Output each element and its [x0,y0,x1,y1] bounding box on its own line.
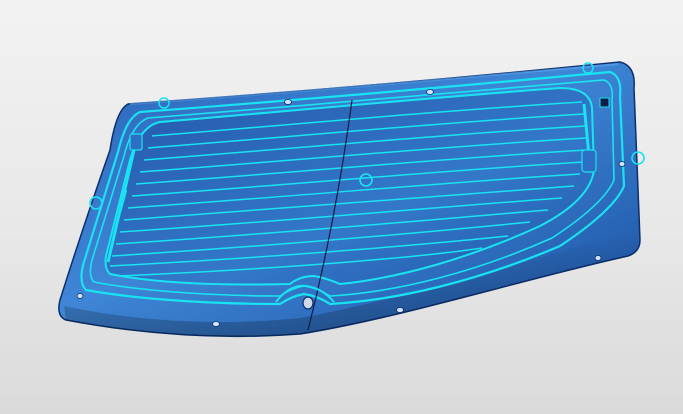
stud [426,89,434,95]
stud [618,161,626,167]
stud [76,293,84,299]
stud [396,307,404,313]
stud [284,99,292,105]
stud [212,321,220,327]
cad-viewport[interactable] [0,0,683,414]
center-hole[interactable] [302,296,314,310]
stud [594,255,602,261]
rear-window-model[interactable] [0,0,683,414]
